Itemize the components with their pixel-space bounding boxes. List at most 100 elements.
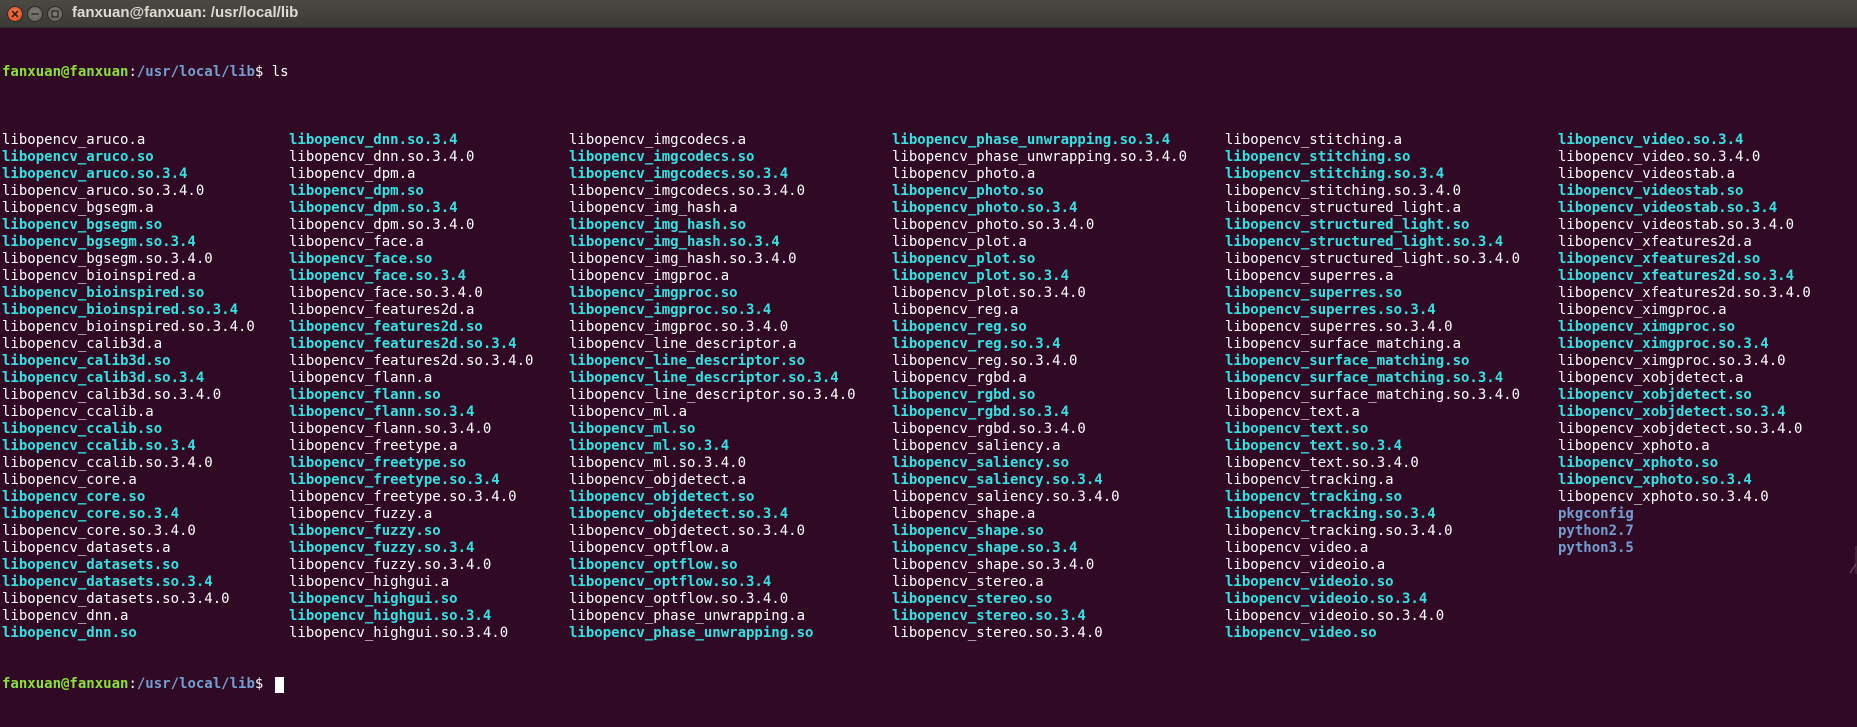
symlink-entry: libopencv_core.so bbox=[2, 489, 146, 505]
symlink-entry: libopencv_tracking.so.3.4 bbox=[1225, 506, 1436, 522]
symlink-entry: libopencv_rgbd.so bbox=[892, 387, 1036, 403]
file-entry: libopencv_shape.a bbox=[892, 506, 1036, 522]
resize-grip[interactable] bbox=[1849, 546, 1857, 574]
symlink-entry: libopencv_objdetect.so bbox=[569, 489, 755, 505]
symlink-entry: libopencv_flann.so bbox=[289, 387, 441, 403]
listing-column: libopencv_dnn.so.3.4 libopencv_dnn.so.3.4… bbox=[289, 132, 533, 642]
file-entry: libopencv_ccalib.so.3.4.0 bbox=[2, 455, 213, 471]
symlink-entry: libopencv_features2d.so.3.4 bbox=[289, 336, 517, 352]
prompt-line: fanxuan@fanxuan:/usr/local/lib$ ls bbox=[2, 64, 1857, 81]
symlink-entry: libopencv_ccalib.so.3.4 bbox=[2, 438, 196, 454]
symlink-entry: libopencv_imgproc.so bbox=[569, 285, 738, 301]
file-entry: libopencv_phase_unwrapping.a bbox=[569, 608, 806, 624]
symlink-entry: libopencv_superres.so.3.4 bbox=[1225, 302, 1436, 318]
symlink-entry: libopencv_calib3d.so bbox=[2, 353, 171, 369]
file-entry: libopencv_videostab.so.3.4.0 bbox=[1558, 217, 1795, 233]
symlink-entry: libopencv_plot.so.3.4 bbox=[892, 268, 1070, 284]
symlink-entry: libopencv_objdetect.so.3.4 bbox=[569, 506, 789, 522]
symlink-entry: libopencv_freetype.so.3.4 bbox=[289, 472, 500, 488]
file-entry: libopencv_face.so.3.4.0 bbox=[289, 285, 483, 301]
file-entry: libopencv_line_descriptor.a bbox=[569, 336, 797, 352]
symlink-entry: libopencv_highgui.so.3.4 bbox=[289, 608, 492, 624]
window-title: fanxuan@fanxuan: /usr/local/lib bbox=[72, 4, 299, 21]
file-entry: libopencv_reg.so.3.4.0 bbox=[892, 353, 1078, 369]
file-entry: libopencv_saliency.so.3.4.0 bbox=[892, 489, 1120, 505]
symlink-entry: libopencv_saliency.so.3.4 bbox=[892, 472, 1103, 488]
symlink-entry: libopencv_img_hash.so bbox=[569, 217, 747, 233]
active-prompt-line[interactable]: fanxuan@fanxuan:/usr/local/lib$ bbox=[2, 676, 1857, 693]
symlink-entry: libopencv_line_descriptor.so bbox=[569, 353, 806, 369]
file-entry: libopencv_xphoto.so.3.4.0 bbox=[1558, 489, 1769, 505]
file-entry: libopencv_img_hash.a bbox=[569, 200, 738, 216]
file-entry: libopencv_datasets.so.3.4.0 bbox=[2, 591, 230, 607]
file-entry: libopencv_dpm.a bbox=[289, 166, 416, 182]
terminal-output[interactable]: fanxuan@fanxuan:/usr/local/lib$ ls libop… bbox=[2, 30, 1857, 693]
file-entry: libopencv_flann.a bbox=[289, 370, 433, 386]
file-entry: libopencv_calib3d.a bbox=[2, 336, 163, 352]
symlink-entry: libopencv_xfeatures2d.so bbox=[1558, 251, 1761, 267]
file-entry: libopencv_bgsegm.so.3.4.0 bbox=[2, 251, 213, 267]
symlink-entry: libopencv_freetype.so bbox=[289, 455, 467, 471]
symlink-entry: libopencv_face.so.3.4 bbox=[289, 268, 467, 284]
symlink-entry: libopencv_xphoto.so.3.4 bbox=[1558, 472, 1752, 488]
file-entry: libopencv_aruco.so.3.4.0 bbox=[2, 183, 205, 199]
listing-column: libopencv_phase_unwrapping.so.3.4 libopen… bbox=[892, 132, 1187, 642]
symlink-entry: libopencv_text.so.3.4 bbox=[1225, 438, 1403, 454]
file-entry: libopencv_videostab.a bbox=[1558, 166, 1736, 182]
prompt-path: /usr/local/lib bbox=[136, 64, 255, 80]
listing-column: libopencv_video.so.3.4 libopencv_video.so… bbox=[1558, 132, 1811, 557]
symlink-entry: libopencv_ccalib.so bbox=[2, 421, 163, 437]
file-entry: libopencv_features2d.a bbox=[289, 302, 475, 318]
symlink-entry: libopencv_superres.so bbox=[1225, 285, 1403, 301]
file-entry: libopencv_freetype.a bbox=[289, 438, 458, 454]
symlink-entry: libopencv_line_descriptor.so.3.4 bbox=[569, 370, 839, 386]
symlink-entry: libopencv_dnn.so.3.4 bbox=[289, 132, 458, 148]
symlink-entry: libopencv_reg.so bbox=[892, 319, 1027, 335]
file-entry: libopencv_dnn.so.3.4.0 bbox=[289, 149, 475, 165]
prompt-colon: : bbox=[128, 676, 137, 692]
file-entry: libopencv_structured_light.a bbox=[1225, 200, 1462, 216]
symlink-entry: libopencv_shape.so.3.4 bbox=[892, 540, 1078, 556]
symlink-entry: libopencv_aruco.so.3.4 bbox=[2, 166, 188, 182]
file-entry: libopencv_bioinspired.a bbox=[2, 268, 196, 284]
prompt-path: /usr/local/lib bbox=[136, 676, 255, 692]
symlink-entry: libopencv_bgsegm.so.3.4 bbox=[2, 234, 196, 250]
file-entry: libopencv_datasets.a bbox=[2, 540, 171, 556]
prompt-colon: : bbox=[128, 64, 137, 80]
symlink-entry: libopencv_videostab.so.3.4 bbox=[1558, 200, 1778, 216]
file-entry: libopencv_rgbd.so.3.4.0 bbox=[892, 421, 1086, 437]
file-entry: libopencv_photo.so.3.4.0 bbox=[892, 217, 1095, 233]
symlink-entry: libopencv_bioinspired.so bbox=[2, 285, 205, 301]
file-entry: libopencv_rgbd.a bbox=[892, 370, 1027, 386]
close-icon bbox=[11, 10, 19, 18]
directory-entry: pkgconfig bbox=[1558, 506, 1634, 522]
symlink-entry: libopencv_tracking.so bbox=[1225, 489, 1403, 505]
file-entry: libopencv_ximgproc.a bbox=[1558, 302, 1727, 318]
file-entry: libopencv_reg.a bbox=[892, 302, 1019, 318]
symlink-entry: libopencv_stereo.so.3.4 bbox=[892, 608, 1086, 624]
symlink-entry: libopencv_datasets.so.3.4 bbox=[2, 574, 213, 590]
symlink-entry: libopencv_saliency.so bbox=[892, 455, 1070, 471]
resize-grip-icon bbox=[1849, 546, 1857, 574]
symlink-entry: libopencv_fuzzy.so.3.4 bbox=[289, 540, 475, 556]
symlink-entry: libopencv_imgcodecs.so.3.4 bbox=[569, 166, 789, 182]
file-entry: libopencv_dpm.so.3.4.0 bbox=[289, 217, 475, 233]
close-button[interactable] bbox=[7, 6, 23, 22]
symlink-entry: libopencv_xobjdetect.so.3.4 bbox=[1558, 404, 1786, 420]
file-entry: libopencv_stereo.a bbox=[892, 574, 1044, 590]
symlink-entry: libopencv_highgui.so bbox=[289, 591, 458, 607]
symlink-entry: libopencv_structured_light.so.3.4 bbox=[1225, 234, 1504, 250]
minimize-button[interactable] bbox=[27, 6, 43, 22]
symlink-entry: libopencv_shape.so bbox=[892, 523, 1044, 539]
file-entry: libopencv_tracking.so.3.4.0 bbox=[1225, 523, 1453, 539]
file-entry: libopencv_tracking.a bbox=[1225, 472, 1394, 488]
title-bar[interactable]: fanxuan@fanxuan: /usr/local/lib bbox=[0, 0, 1857, 28]
maximize-button[interactable] bbox=[47, 6, 63, 22]
maximize-icon bbox=[51, 10, 59, 18]
file-entry: libopencv_shape.so.3.4.0 bbox=[892, 557, 1095, 573]
file-entry: libopencv_stereo.so.3.4.0 bbox=[892, 625, 1103, 641]
symlink-entry: libopencv_structured_light.so bbox=[1225, 217, 1470, 233]
file-entry: libopencv_text.so.3.4.0 bbox=[1225, 455, 1419, 471]
symlink-entry: libopencv_video.so bbox=[1225, 625, 1377, 641]
file-entry: libopencv_video.a bbox=[1225, 540, 1369, 556]
